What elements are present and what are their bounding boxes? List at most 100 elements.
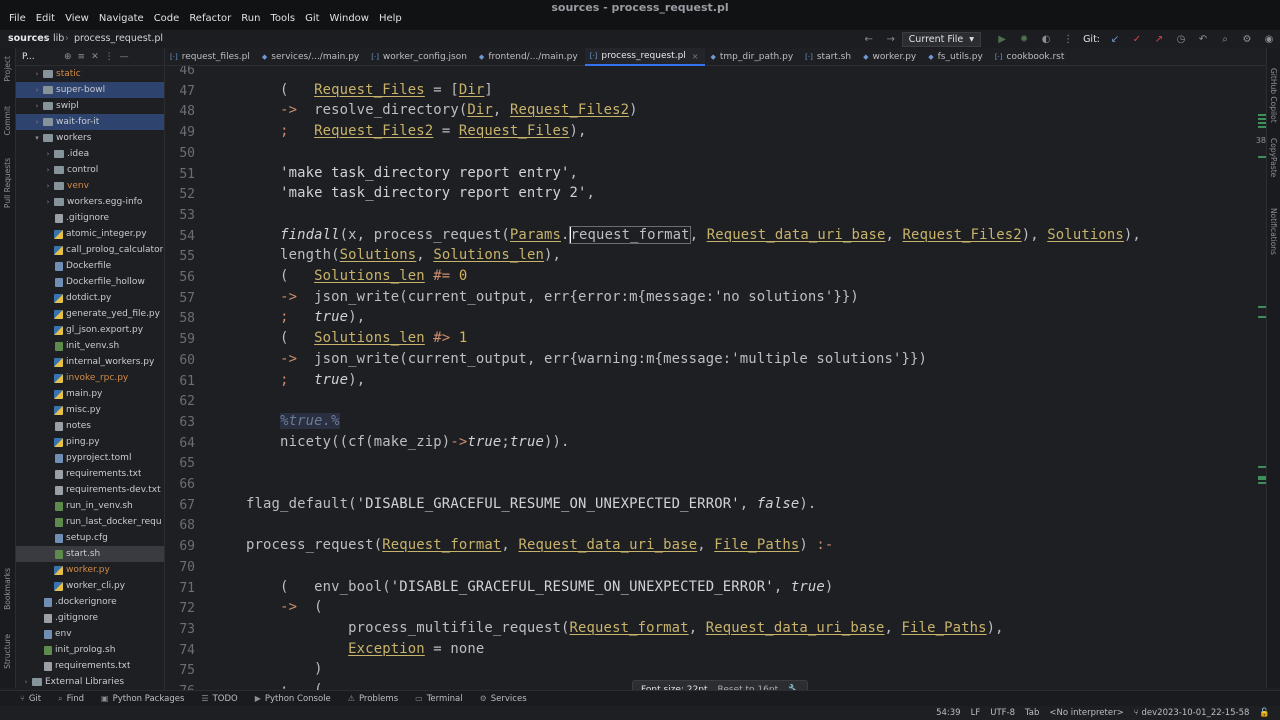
line-separator[interactable]: LF	[971, 708, 981, 718]
menu-tools[interactable]: Tools	[265, 11, 300, 27]
tree-item[interactable]: › wait-for-it	[16, 114, 164, 130]
chevron-right-icon[interactable]: ›	[44, 166, 52, 174]
tree-item[interactable]: main.py	[16, 386, 164, 402]
git-commit-icon[interactable]: ✓	[1131, 33, 1143, 45]
tree-item[interactable]: setup.cfg	[16, 530, 164, 546]
chevron-right-icon[interactable]: ›	[44, 182, 52, 190]
tool-window-services[interactable]: ⚙ Services	[480, 694, 527, 704]
menu-edit[interactable]: Edit	[31, 11, 60, 27]
tree-item[interactable]: .dockerignore	[16, 594, 164, 610]
menu-help[interactable]: Help	[374, 11, 407, 27]
expand-all-icon[interactable]: ≡	[78, 52, 86, 62]
git-history-icon[interactable]: ◷	[1175, 33, 1187, 45]
tree-item[interactable]: call_prolog_calculator	[16, 242, 164, 258]
options-icon[interactable]: ⋮	[105, 52, 114, 62]
debug-icon[interactable]: ✹	[1018, 33, 1030, 45]
tree-item[interactable]: requirements.txt	[16, 658, 164, 674]
tree-item[interactable]: › venv	[16, 178, 164, 194]
tree-item[interactable]: requirements.txt	[16, 466, 164, 482]
tool-window-todo[interactable]: ☰ TODO	[201, 694, 237, 704]
commit-tool-tab[interactable]: Commit	[3, 106, 12, 135]
tree-item[interactable]: worker.py	[16, 562, 164, 578]
tree-item[interactable]: ping.py	[16, 434, 164, 450]
breadcrumb-file[interactable]: process_request.pl	[74, 33, 163, 44]
chevron-right-icon[interactable]: ›	[33, 118, 41, 126]
settings-icon[interactable]: ⚙	[1241, 33, 1253, 45]
copypaste-tool-tab[interactable]: CopyPaste	[1269, 138, 1278, 177]
interpreter-selector[interactable]: <No interpreter>	[1049, 708, 1123, 718]
tree-item[interactable]: › External Libraries	[16, 674, 164, 690]
git-push-icon[interactable]: ↗	[1153, 33, 1165, 45]
editor-tab[interactable]: [·] worker_config.json	[366, 48, 474, 66]
tree-item[interactable]: ▾ workers	[16, 130, 164, 146]
tree-item[interactable]: › .idea	[16, 146, 164, 162]
breadcrumb-folder[interactable]: lib	[53, 33, 64, 44]
tool-window-python-console[interactable]: ▶ Python Console	[255, 694, 331, 704]
project-tool-tab[interactable]: Project	[3, 56, 12, 82]
tool-window-terminal[interactable]: ▭ Terminal	[415, 694, 462, 704]
search-icon[interactable]: ⌕	[1219, 33, 1231, 45]
tree-item[interactable]: env	[16, 626, 164, 642]
copilot-icon[interactable]: ◉	[1263, 33, 1275, 45]
tree-item[interactable]: init_venv.sh	[16, 338, 164, 354]
hide-icon[interactable]: —	[120, 52, 129, 62]
editor-tab[interactable]: ◆ frontend/.../main.py	[474, 48, 585, 66]
tree-item[interactable]: Dockerfile	[16, 258, 164, 274]
run-config-selector[interactable]: Current File ▾	[901, 31, 982, 47]
menu-navigate[interactable]: Navigate	[94, 11, 149, 27]
tree-item[interactable]: pyproject.toml	[16, 450, 164, 466]
git-branch[interactable]: ⑂ dev2023-10-01_22-15-58	[1134, 708, 1250, 718]
forward-icon[interactable]: →	[885, 33, 897, 45]
tree-item[interactable]: Dockerfile_hollow	[16, 274, 164, 290]
breadcrumb-project[interactable]: sources	[8, 33, 49, 44]
collapse-all-icon[interactable]: ✕	[91, 52, 99, 62]
tree-item[interactable]: notes	[16, 418, 164, 434]
tree-item[interactable]: run_last_docker_requ	[16, 514, 164, 530]
add-icon[interactable]: ⊕	[64, 52, 72, 62]
editor-tab[interactable]: ◆ services/.../main.py	[257, 48, 366, 66]
editor-tab[interactable]: ◆ fs_utils.py	[923, 48, 990, 66]
tool-window-python-packages[interactable]: ▣ Python Packages	[101, 694, 184, 704]
tree-item[interactable]: invoke_rpc.py	[16, 370, 164, 386]
tree-item[interactable]: dotdict.py	[16, 290, 164, 306]
structure-tool-tab[interactable]: Structure	[3, 634, 12, 669]
tree-item[interactable]: init_prolog.sh	[16, 642, 164, 658]
tree-item[interactable]: › super-bowl	[16, 82, 164, 98]
editor-tab[interactable]: ◆ worker.py	[858, 48, 923, 66]
menu-view[interactable]: View	[60, 11, 94, 27]
tree-item[interactable]: › swipl	[16, 98, 164, 114]
tree-item[interactable]: start.sh	[16, 546, 164, 562]
menu-code[interactable]: Code	[149, 11, 185, 27]
chevron-down-icon[interactable]: ▾	[33, 134, 41, 142]
project-panel-title[interactable]: P...	[22, 52, 58, 62]
back-icon[interactable]: ←	[863, 33, 875, 45]
tree-item[interactable]: › workers.egg-info	[16, 194, 164, 210]
bookmarks-tool-tab[interactable]: Bookmarks	[3, 568, 12, 610]
menu-refactor[interactable]: Refactor	[184, 11, 236, 27]
tree-item[interactable]: internal_workers.py	[16, 354, 164, 370]
code-editor[interactable]: 46 47 48 49 50 51 52 53 54 55 56 57 58 59 60 61 62 63 64 65…	[165, 66, 1255, 690]
chevron-right-icon[interactable]: ›	[33, 86, 41, 94]
editor-tab[interactable]: [·] process_request.pl ×	[584, 48, 706, 66]
indent-setting[interactable]: Tab	[1025, 708, 1039, 718]
editor-tab[interactable]: [·] cookbook.rst	[990, 48, 1072, 66]
tree-item[interactable]: generate_yed_file.py	[16, 306, 164, 322]
file-encoding[interactable]: UTF-8	[990, 708, 1015, 718]
menu-window[interactable]: Window	[325, 11, 374, 27]
pull-requests-tool-tab[interactable]: Pull Requests	[3, 158, 12, 208]
coverage-icon[interactable]: ◐	[1040, 33, 1052, 45]
close-icon[interactable]: ×	[692, 52, 699, 61]
chevron-right-icon[interactable]: ›	[22, 678, 30, 686]
tree-item[interactable]: › static	[16, 66, 164, 82]
chevron-right-icon[interactable]: ›	[33, 70, 41, 78]
tree-item[interactable]: gl_json.export.py	[16, 322, 164, 338]
tool-window-problems[interactable]: ⚠ Problems	[348, 694, 398, 704]
notifications-tool-tab[interactable]: Notifications	[1269, 208, 1278, 255]
chevron-right-icon[interactable]: ›	[33, 102, 41, 110]
caret-position[interactable]: 54:39	[936, 708, 961, 718]
editor-tab[interactable]: ◆ tmp_dir_path.py	[705, 48, 800, 66]
menu-run[interactable]: Run	[236, 11, 265, 27]
tree-item[interactable]: › control	[16, 162, 164, 178]
run-icon[interactable]: ▶	[996, 33, 1008, 45]
editor-tab[interactable]: [·] request_files.pl	[165, 48, 257, 66]
